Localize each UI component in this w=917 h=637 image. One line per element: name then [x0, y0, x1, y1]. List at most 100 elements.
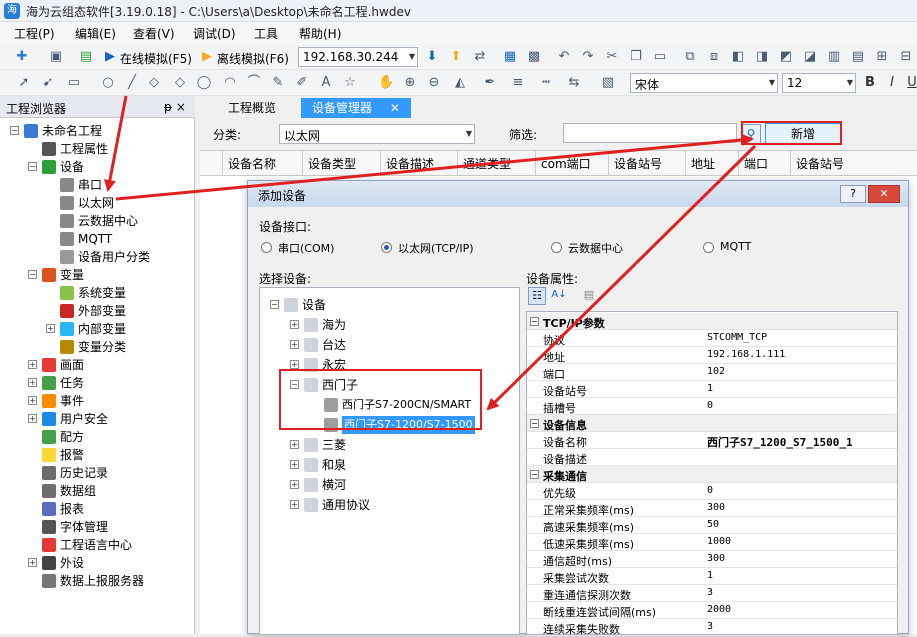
- distribute-icon[interactable]: ▤: [850, 49, 866, 65]
- collapse-icon[interactable]: −: [28, 270, 37, 279]
- project-tree-item[interactable]: 报警: [0, 446, 190, 464]
- radio-mqtt-label[interactable]: MQTT: [720, 240, 751, 253]
- property-row[interactable]: 连续采集失败数 3: [527, 619, 897, 636]
- expand-icon[interactable]: +: [28, 558, 37, 567]
- tab-project-overview[interactable]: 工程概览: [207, 98, 297, 118]
- transfer-icon[interactable]: ⇄: [472, 49, 488, 65]
- device-tree-item[interactable]: + 和泉: [260, 456, 515, 474]
- project-tree-item[interactable]: + 事件: [0, 392, 190, 410]
- project-tree-item[interactable]: 数据组: [0, 482, 190, 500]
- menu-edit[interactable]: 编辑(E): [75, 25, 116, 42]
- property-row[interactable]: 采集尝试次数 1: [527, 568, 897, 585]
- property-value[interactable]: 102: [707, 366, 725, 377]
- expand-icon[interactable]: +: [46, 324, 55, 333]
- expand-icon[interactable]: +: [290, 360, 299, 369]
- property-row[interactable]: 地址 192.168.1.111: [527, 347, 897, 364]
- bring-front-icon[interactable]: ◧: [730, 49, 746, 65]
- property-value[interactable]: 西门子S7_1200_S7_1500_1: [707, 434, 853, 450]
- menu-tools[interactable]: 工具: [254, 25, 278, 42]
- font-family-select[interactable]: 宋体 ▼: [630, 73, 778, 93]
- line-style-icon[interactable]: ┅: [538, 75, 554, 91]
- line-color-icon[interactable]: ✒: [482, 75, 498, 91]
- property-row[interactable]: 高速采集频率(ms) 50: [527, 517, 897, 534]
- expand-icon[interactable]: +: [290, 340, 299, 349]
- sort-alpha-icon[interactable]: A↓: [550, 287, 568, 305]
- property-row[interactable]: 断线重连尝试间隔(ms) 2000: [527, 602, 897, 619]
- project-tree-item[interactable]: 字体管理: [0, 518, 190, 536]
- column-header[interactable]: 设备名称: [228, 155, 276, 172]
- property-pages-icon[interactable]: ▤: [580, 287, 598, 305]
- project-tree-item[interactable]: + 用户安全: [0, 410, 190, 428]
- property-category[interactable]: − 设备信息: [527, 415, 897, 432]
- save-icon[interactable]: ▣: [48, 49, 64, 65]
- column-header[interactable]: 设备类型: [308, 155, 356, 172]
- help-button[interactable]: ?: [840, 185, 866, 203]
- project-tree-item[interactable]: 云数据中心: [0, 212, 190, 230]
- grid-icon[interactable]: ▩: [526, 49, 542, 65]
- group-icon[interactable]: ⧉: [682, 49, 698, 65]
- collapse-icon[interactable]: −: [10, 126, 19, 135]
- upload-icon[interactable]: ⬆: [448, 49, 464, 65]
- new-icon[interactable]: ✚: [14, 49, 30, 65]
- play-offline-icon[interactable]: ▶: [199, 49, 215, 65]
- property-value[interactable]: 300: [707, 502, 725, 513]
- ungroup-icon[interactable]: ⧈: [706, 49, 722, 65]
- polygon-icon[interactable]: ◇: [172, 75, 188, 91]
- menu-project[interactable]: 工程(P): [14, 25, 55, 42]
- online-sim-button[interactable]: 在线模拟(F5): [120, 50, 192, 67]
- property-value[interactable]: 3: [707, 621, 713, 632]
- column-header[interactable]: 端口: [744, 155, 768, 172]
- radio-com[interactable]: [261, 242, 272, 253]
- brush-icon[interactable]: ✐: [294, 75, 310, 91]
- circle-icon[interactable]: ◯: [196, 75, 212, 91]
- column-header[interactable]: 设备站号: [614, 155, 662, 172]
- property-row[interactable]: 通信超时(ms) 300: [527, 551, 897, 568]
- radio-cloud[interactable]: [551, 242, 562, 253]
- column-header[interactable]: 通道类型: [463, 155, 511, 172]
- property-row[interactable]: 优先级 0: [527, 483, 897, 500]
- undo-icon[interactable]: ↶: [556, 49, 572, 65]
- property-value[interactable]: 2000: [707, 604, 731, 615]
- project-tree-item[interactable]: − 未命名工程: [0, 122, 190, 140]
- device-tree-item[interactable]: + 三菱: [260, 436, 515, 454]
- bold-icon[interactable]: B: [862, 75, 878, 91]
- property-value[interactable]: 192.168.1.111: [707, 349, 785, 360]
- property-row[interactable]: 设备名称 西门子S7_1200_S7_1500_1: [527, 432, 897, 449]
- collapse-icon[interactable]: −: [28, 162, 37, 171]
- project-tree-item[interactable]: + 画面: [0, 356, 190, 374]
- property-value[interactable]: 50: [707, 519, 719, 530]
- arc-icon[interactable]: ◠: [222, 75, 238, 91]
- property-row[interactable]: 设备描述: [527, 449, 897, 466]
- zoom-in-icon[interactable]: ⊕: [402, 75, 418, 91]
- text-icon[interactable]: A: [318, 75, 334, 91]
- pin-close-icon[interactable]: ᵽ ×: [164, 100, 186, 114]
- column-header[interactable]: 地址: [691, 155, 715, 172]
- project-tree-item[interactable]: 系统变量: [0, 284, 190, 302]
- device-tree-item[interactable]: + 通用协议: [260, 496, 515, 514]
- expand-icon[interactable]: +: [28, 414, 37, 423]
- line-width-icon[interactable]: ≡: [510, 75, 526, 91]
- device-tree-item[interactable]: − 设备: [260, 296, 515, 314]
- shadow-icon[interactable]: ▧: [600, 75, 616, 91]
- device-tree-item[interactable]: + 横河: [260, 476, 515, 494]
- tab-device-manager[interactable]: 设备管理器 ✕: [301, 98, 411, 118]
- more-icon[interactable]: ⊟: [898, 49, 914, 65]
- ellipse-icon[interactable]: ○: [100, 75, 116, 91]
- pen-icon[interactable]: ✎: [270, 75, 286, 91]
- project-tree-item[interactable]: MQTT: [0, 230, 190, 248]
- expand-icon[interactable]: +: [290, 480, 299, 489]
- play-icon[interactable]: ▶: [102, 49, 118, 65]
- lock-icon[interactable]: ⊞: [874, 49, 890, 65]
- category-select[interactable]: 以太网 ▼: [279, 124, 475, 144]
- star-icon[interactable]: ☆: [342, 75, 358, 91]
- menu-view[interactable]: 查看(V): [133, 25, 175, 42]
- send-back-icon[interactable]: ◨: [754, 49, 770, 65]
- fill-icon[interactable]: ◭: [452, 75, 468, 91]
- expand-icon[interactable]: +: [290, 500, 299, 509]
- expand-icon[interactable]: +: [28, 360, 37, 369]
- radio-mqtt[interactable]: [703, 242, 714, 253]
- layer-up-icon[interactable]: ◩: [778, 49, 794, 65]
- diamond-icon[interactable]: ◇: [146, 75, 162, 91]
- download-icon[interactable]: ⬇: [424, 49, 440, 65]
- radio-com-label[interactable]: 串口(COM): [278, 240, 334, 256]
